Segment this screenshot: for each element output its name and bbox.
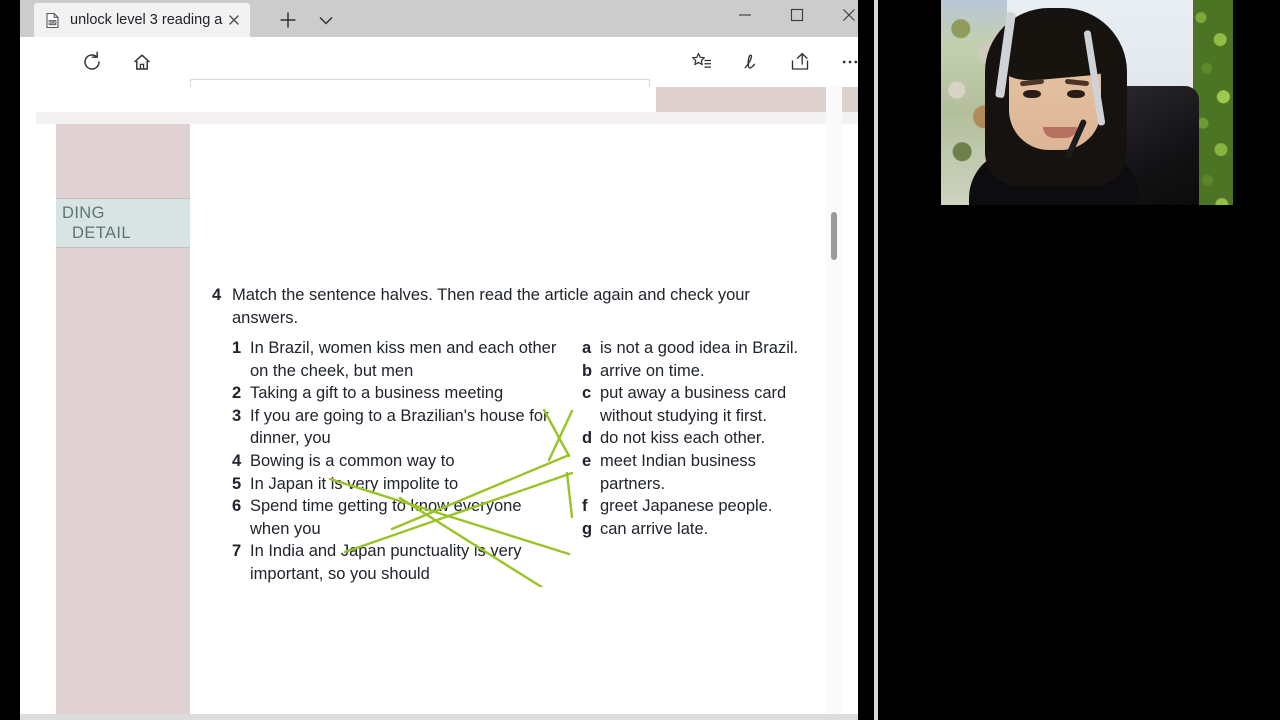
list-item: c put away a business card without study… bbox=[582, 382, 802, 427]
item-text: greet Japanese people. bbox=[600, 497, 773, 516]
item-text: arrive on time. bbox=[600, 361, 705, 380]
window-right-edge bbox=[874, 0, 878, 720]
list-item: 7 In India and Japan punctuality is very… bbox=[232, 540, 562, 585]
sentence-endings-column: a is not a good idea in Brazil. b arrive… bbox=[582, 337, 802, 540]
sidebar-item-label-line2: DETAIL bbox=[72, 224, 131, 242]
item-text: put away a business card without studyin… bbox=[600, 384, 787, 425]
green-foliage-wall bbox=[1193, 0, 1233, 220]
exercise-4: 4 Match the sentence halves. Then read t… bbox=[212, 284, 812, 587]
item-key: 7 bbox=[232, 542, 242, 561]
refresh-icon[interactable] bbox=[78, 48, 106, 76]
browser-window: PDF unlock level 3 reading a DING DETAIL… bbox=[20, 0, 878, 720]
tab-strip: PDF unlock level 3 reading a bbox=[20, 0, 858, 37]
list-item: a is not a good idea in Brazil. bbox=[582, 337, 802, 360]
item-key: a bbox=[582, 339, 592, 357]
item-key: g bbox=[582, 519, 593, 538]
page-top-white-band bbox=[36, 87, 656, 112]
browser-tab[interactable]: PDF unlock level 3 reading a bbox=[34, 3, 250, 37]
exercise-prompt: Match the sentence halves. Then read the… bbox=[232, 286, 750, 327]
close-icon[interactable] bbox=[826, 0, 872, 30]
item-key: 5 bbox=[232, 474, 242, 493]
item-key: 4 bbox=[232, 451, 242, 470]
person-eye-right bbox=[1067, 90, 1085, 98]
svg-text:PDF: PDF bbox=[49, 21, 57, 25]
list-item: g can arrive late. bbox=[582, 518, 802, 541]
page-separator bbox=[36, 112, 858, 124]
tab-title: unlock level 3 reading a bbox=[70, 12, 223, 28]
vertical-scrollbar[interactable] bbox=[826, 87, 842, 720]
pdf-viewport[interactable]: DING DETAIL 4 Match the sentence halves.… bbox=[36, 87, 858, 720]
list-item: 2 Taking a gift to a business meeting bbox=[232, 382, 562, 405]
item-text: Bowing is a common way to bbox=[250, 451, 455, 470]
list-item: 1 In Brazil, women kiss men and each oth… bbox=[232, 337, 562, 382]
favorites-list-icon[interactable] bbox=[688, 48, 716, 76]
minimize-icon[interactable] bbox=[722, 0, 768, 30]
new-tab-button[interactable] bbox=[274, 6, 302, 34]
exercise-number: 4 bbox=[212, 286, 222, 304]
teacher-video-feed[interactable] bbox=[941, 0, 1233, 220]
item-text: Spend time getting to know everyone when… bbox=[250, 497, 522, 538]
item-text: Taking a gift to a business meeting bbox=[250, 384, 504, 403]
maximize-icon[interactable] bbox=[774, 0, 820, 30]
window-bottom-edge bbox=[20, 714, 858, 720]
item-key: e bbox=[582, 451, 592, 470]
screen: PDF unlock level 3 reading a DING DETAIL… bbox=[0, 0, 1280, 720]
share-icon[interactable] bbox=[786, 48, 814, 76]
exercise-prompt-row: 4 Match the sentence halves. Then read t… bbox=[212, 284, 812, 330]
list-item: f greet Japanese people. bbox=[582, 495, 802, 518]
item-text: can arrive late. bbox=[600, 519, 709, 538]
item-text: In India and Japan punctuality is very i… bbox=[250, 542, 522, 583]
item-text: In Japan it is very impolite to bbox=[250, 474, 459, 493]
item-text: In Brazil, women kiss men and each other… bbox=[250, 339, 557, 380]
item-key: d bbox=[582, 429, 593, 448]
pen-notes-icon[interactable] bbox=[736, 48, 764, 76]
item-key: 1 bbox=[232, 339, 242, 357]
item-key: f bbox=[582, 497, 588, 516]
sentence-starts-column: 1 In Brazil, women kiss men and each oth… bbox=[232, 337, 562, 586]
list-item: b arrive on time. bbox=[582, 360, 802, 383]
close-icon[interactable] bbox=[224, 10, 244, 30]
page-margin-tabs: DING DETAIL bbox=[56, 124, 190, 720]
list-item: e meet Indian business partners. bbox=[582, 450, 802, 495]
item-text: meet Indian business partners. bbox=[600, 451, 756, 493]
more-options-icon[interactable] bbox=[836, 48, 864, 76]
item-text: do not kiss each other. bbox=[600, 429, 766, 448]
item-key: b bbox=[582, 361, 593, 380]
item-text: is not a good idea in Brazil. bbox=[600, 339, 799, 357]
sidebar-item-reading-for-detail: DING DETAIL bbox=[56, 198, 190, 248]
sidebar-item-label-line1: DING bbox=[62, 204, 105, 222]
item-key: c bbox=[582, 384, 592, 403]
item-key: 2 bbox=[232, 384, 242, 403]
person-eye-left bbox=[1023, 90, 1041, 98]
home-icon[interactable] bbox=[128, 48, 156, 76]
item-key: 3 bbox=[232, 406, 242, 425]
browser-toolbar: file:///C:/Users/ff%20teacher/Desktop/un… bbox=[20, 37, 858, 118]
list-item: 3 If you are going to a Brazilian's hous… bbox=[232, 405, 562, 450]
page-content: 4 Match the sentence halves. Then read t… bbox=[190, 124, 838, 720]
item-key: 6 bbox=[232, 497, 242, 516]
list-item: 5 In Japan it is very impolite to bbox=[232, 473, 562, 496]
scrollbar-thumb[interactable] bbox=[831, 212, 837, 260]
pdf-document-icon: PDF bbox=[44, 12, 61, 29]
video-letterbox bbox=[941, 205, 1233, 220]
chevron-down-icon[interactable] bbox=[312, 6, 340, 34]
item-text: If you are going to a Brazilian's house … bbox=[250, 406, 549, 448]
list-item: d do not kiss each other. bbox=[582, 427, 802, 450]
list-item: 4 Bowing is a common way to bbox=[232, 450, 562, 473]
list-item: 6 Spend time getting to know everyone wh… bbox=[232, 495, 562, 540]
matching-columns: 1 In Brazil, women kiss men and each oth… bbox=[212, 337, 812, 587]
